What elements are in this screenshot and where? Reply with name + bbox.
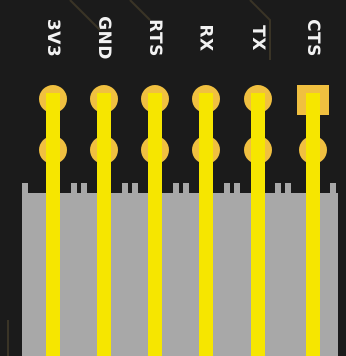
silkscreen-label-rts: RTS: [145, 19, 166, 57]
pin-rts: [148, 93, 162, 356]
connector-tooth: [234, 183, 240, 195]
silkscreen-label-gnd: GND: [94, 16, 115, 60]
pin-cts: [306, 93, 320, 356]
upper-pad-row: [39, 85, 329, 115]
connector-tooth: [122, 183, 128, 195]
pin-gnd: [97, 93, 111, 356]
connector-tooth: [22, 183, 28, 195]
connector-tooth: [132, 183, 138, 195]
connector-tooth: [183, 183, 189, 195]
connector-tooth: [330, 183, 336, 195]
connector-tooth: [173, 183, 179, 195]
silkscreen-label-3v3: 3V3: [43, 18, 64, 58]
connector-tooth: [275, 183, 281, 195]
header-connector: [22, 183, 338, 356]
connector-tooth: [224, 183, 230, 195]
silkscreen-label-rx: RX: [195, 24, 216, 52]
pin-rx: [199, 93, 213, 356]
connector-body: [22, 193, 338, 356]
pin-3v3: [46, 93, 60, 356]
connector-tooth: [81, 183, 87, 195]
pin-tx: [251, 93, 265, 356]
lower-pad-row: [39, 136, 327, 164]
connector-tooth: [71, 183, 77, 195]
pcb-board: 3V3 GND RTS RX TX CTS: [0, 0, 346, 356]
pad-holes: [47, 93, 319, 156]
connector-tooth: [285, 183, 291, 195]
silkscreen-label-cts: CTS: [303, 19, 324, 57]
silkscreen-label-tx: TX: [247, 25, 268, 51]
